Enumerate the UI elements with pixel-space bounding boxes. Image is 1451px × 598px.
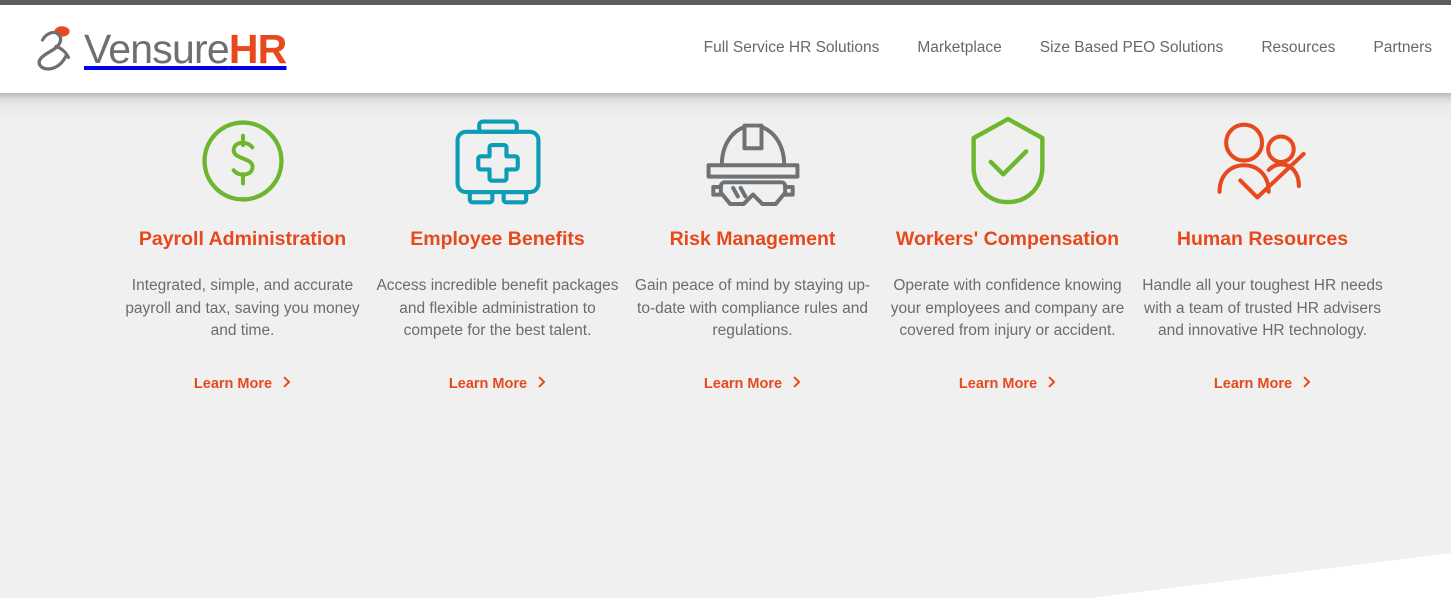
learn-more-link-employee-benefits[interactable]: Learn More [449,376,546,392]
card-description: Handle all your toughest HR needs with a… [1142,277,1383,339]
site-logo[interactable]: VensureHR [36,14,287,80]
vensure-runner-icon [36,22,82,72]
nav-partners[interactable]: Partners [1354,37,1451,59]
card-description: Gain peace of mind by staying up-to-date… [634,277,871,339]
learn-more-link-risk-management[interactable]: Learn More [704,376,801,392]
learn-more-label: Learn More [193,375,273,392]
header-drop-shadow [0,93,1451,107]
card-title: Risk Management [669,228,836,250]
learn-more-label: Learn More [703,375,783,392]
nav-marketplace[interactable]: Marketplace [898,37,1020,59]
logo-text-vensure: Vensure [84,25,230,72]
service-card-employee-benefits[interactable]: Employee Benefits Access incredible bene… [370,93,625,393]
card-title: Workers' Compensation [895,228,1120,250]
chevron-right-icon [1303,376,1311,392]
services-card-row: Payroll Administration Integrated, simpl… [0,93,1451,393]
service-card-human-resources[interactable]: Human Resources Handle all your toughest… [1135,93,1390,393]
chevron-right-icon [1048,376,1056,392]
service-card-workers-compensation[interactable]: Workers' Compensation Operate with confi… [880,93,1135,393]
dollar-circle-icon [115,111,370,211]
nav-resources[interactable]: Resources [1242,37,1354,59]
site-header: VensureHR Full Service HR Solutions Mark… [0,5,1451,93]
people-check-icon [1135,111,1390,211]
card-description: Operate with confidence knowing your emp… [890,277,1125,339]
learn-more-label: Learn More [448,375,528,392]
card-description: Access incredible benefit packages and f… [376,277,619,339]
learn-more-link-payroll-administration[interactable]: Learn More [194,376,291,392]
learn-more-link-human-resources[interactable]: Learn More [1214,376,1311,392]
logo-text-hr: HR [228,25,287,72]
chevron-right-icon [283,376,291,392]
nav-size-based-peo-solutions[interactable]: Size Based PEO Solutions [1021,37,1243,59]
main-navigation: Full Service HR Solutions Marketplace Si… [685,37,1451,59]
service-card-payroll-administration[interactable]: Payroll Administration Integrated, simpl… [115,93,370,393]
learn-more-label: Learn More [1213,375,1293,392]
chevron-right-icon [793,376,801,392]
service-card-risk-management[interactable]: Risk Management Gain peace of mind by st… [625,93,880,393]
hardhat-goggles-icon [625,111,880,211]
card-title: Human Resources [1176,228,1349,250]
card-description: Integrated, simple, and accurate payroll… [125,277,360,339]
learn-more-label: Learn More [958,375,1038,392]
card-title: Payroll Administration [138,228,347,250]
chevron-right-icon [538,376,546,392]
learn-more-link-workers-compensation[interactable]: Learn More [959,376,1056,392]
page-root: VensureHR Full Service HR Solutions Mark… [0,0,1451,598]
shield-check-icon [880,111,1135,211]
nav-full-service-hr-solutions[interactable]: Full Service HR Solutions [685,37,899,59]
card-title: Employee Benefits [410,228,585,250]
first-aid-kit-icon [370,111,625,211]
logo-wordmark: VensureHR [84,25,287,72]
